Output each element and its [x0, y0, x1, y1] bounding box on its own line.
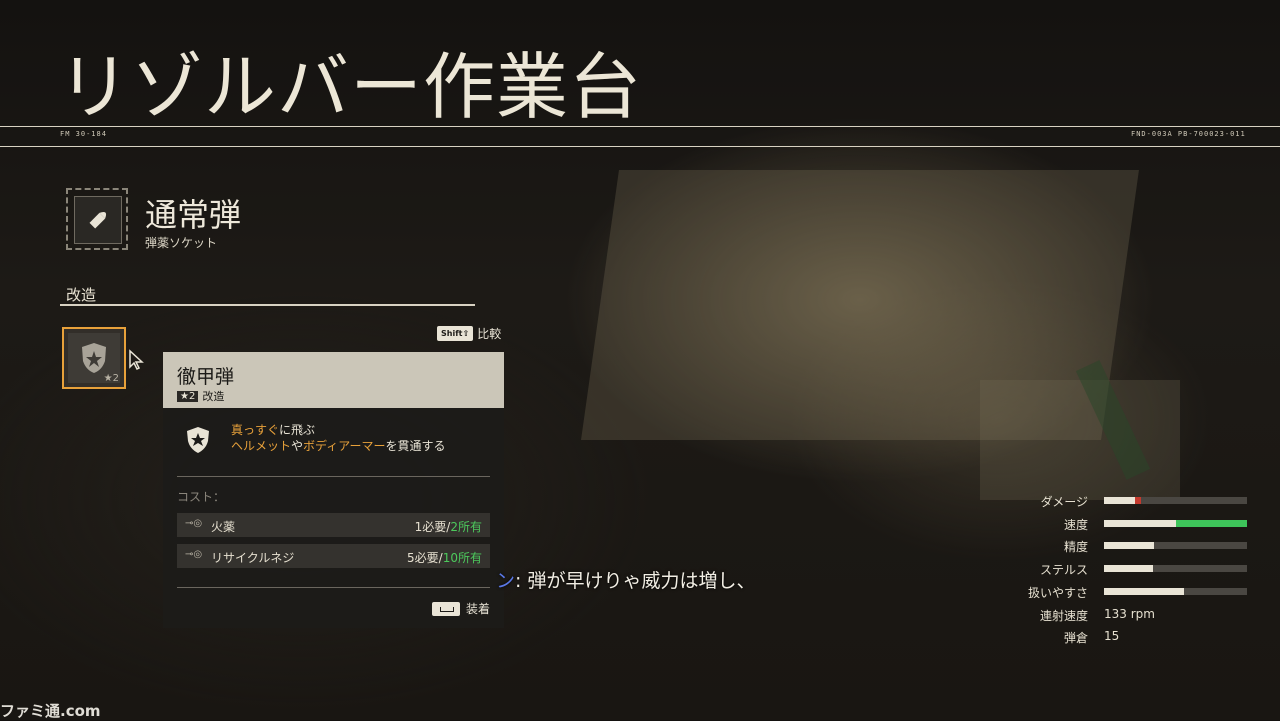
space-key-icon	[431, 601, 460, 616]
stat-bar-loss	[1135, 497, 1142, 504]
mods-section-label: 改造	[66, 286, 97, 304]
dialogue-subtitle: ン: 弾が早けりゃ威力は増し、	[496, 566, 755, 593]
material-icon: ⊸◎	[185, 549, 203, 560]
watermark-logo: ファミ通.com	[0, 702, 101, 720]
stat-bar-fill	[1104, 497, 1136, 504]
panel-divider	[177, 587, 490, 588]
header-code-right: FND-003A PB-700023-011	[1131, 130, 1246, 138]
cost-amount: 1必要/2所有	[414, 520, 482, 534]
stat-bar-fill	[1104, 587, 1185, 595]
cursor-icon	[129, 349, 144, 371]
stat-row: 扱いやすさ	[1000, 582, 1260, 602]
stat-label: 連射速度	[1039, 608, 1088, 623]
stat-bar-fill	[1104, 519, 1176, 527]
mod-rank-label: 改造	[202, 390, 225, 403]
stat-row: 精度	[1000, 536, 1260, 556]
stat-label: 弾倉	[1063, 631, 1088, 646]
mod-rank: ★2 改造	[177, 388, 224, 404]
mod-name: 徹甲弾	[177, 366, 235, 388]
stat-value: 133 rpm	[1104, 606, 1155, 621]
stat-bar	[1104, 497, 1247, 504]
stat-label: 速度	[1063, 517, 1088, 532]
cost-name: 火薬	[211, 520, 236, 534]
ammo-socket-box[interactable]	[66, 188, 128, 250]
material-icon: ⊸◎	[185, 518, 203, 529]
stat-label: 精度	[1063, 540, 1088, 555]
mod-slot-level: ★2	[103, 373, 119, 384]
stat-bar-fill	[1104, 542, 1155, 550]
bullet-icon	[74, 196, 122, 244]
stat-row: ステルス	[1000, 559, 1260, 579]
stat-bar-boost	[1175, 519, 1247, 527]
compare-label: 比較	[477, 326, 502, 341]
cost-row: ⊸◎ 火薬 1必要/2所有	[177, 513, 490, 537]
stat-label: ステルス	[1039, 563, 1088, 578]
socket-ammo-name: 通常弾	[145, 196, 242, 234]
stat-label: ダメージ	[1040, 495, 1088, 509]
mod-detail-header: 徹甲弾 ★2 改造	[163, 352, 504, 408]
socket-type-label: 弾薬ソケット	[145, 236, 218, 250]
stat-bar-fill	[1104, 565, 1153, 573]
equip-button[interactable]: 装着	[431, 600, 490, 617]
stat-value: 15	[1104, 629, 1120, 644]
cost-amount: 5必要/10所有	[407, 551, 482, 565]
shift-key-icon: Shift⇧	[437, 325, 474, 341]
stat-bar	[1104, 542, 1247, 550]
panel-divider	[177, 476, 490, 477]
stat-bar	[1104, 587, 1247, 595]
mod-slot-selected[interactable]: ★2	[62, 327, 126, 389]
cost-name: リサイクルネジ	[211, 551, 295, 565]
stat-row: 弾倉 15	[1000, 627, 1260, 647]
mod-description-line1: 真っすぐに飛ぶ	[231, 423, 316, 437]
mod-description-line2: ヘルメットやボディアーマーを貫通する	[231, 439, 446, 453]
header-line-bottom	[0, 146, 1280, 147]
stat-bar	[1104, 519, 1247, 527]
stat-row: ダメージ	[1000, 491, 1260, 511]
subtitle-speaker: ン	[496, 570, 516, 592]
background-panel	[980, 380, 1180, 500]
stat-row: 速度	[1000, 514, 1260, 534]
stat-label: 扱いやすさ	[1027, 585, 1088, 600]
compare-hint[interactable]: Shift⇧ 比較	[437, 323, 501, 343]
shield-star-icon	[187, 427, 209, 453]
equip-label: 装着	[465, 602, 490, 616]
mods-section-divider	[60, 304, 475, 306]
cost-label: コスト：	[177, 490, 226, 504]
page-title: リゾルバー作業台	[58, 45, 643, 129]
stat-row: 連射速度 133 rpm	[1000, 605, 1260, 625]
subtitle-text: : 弾が早けりゃ威力は増し、	[515, 570, 756, 592]
header-code-left: FM 30-184	[60, 130, 107, 138]
cost-row: ⊸◎ リサイクルネジ 5必要/10所有	[177, 544, 490, 568]
stat-bar	[1104, 565, 1247, 573]
mod-detail-panel: 徹甲弾 ★2 改造 真っすぐに飛ぶ ヘルメットやボディアーマーを貫通する コスト…	[163, 352, 504, 628]
mod-rank-badge: ★2	[177, 390, 199, 402]
header-line-top	[0, 126, 1280, 127]
